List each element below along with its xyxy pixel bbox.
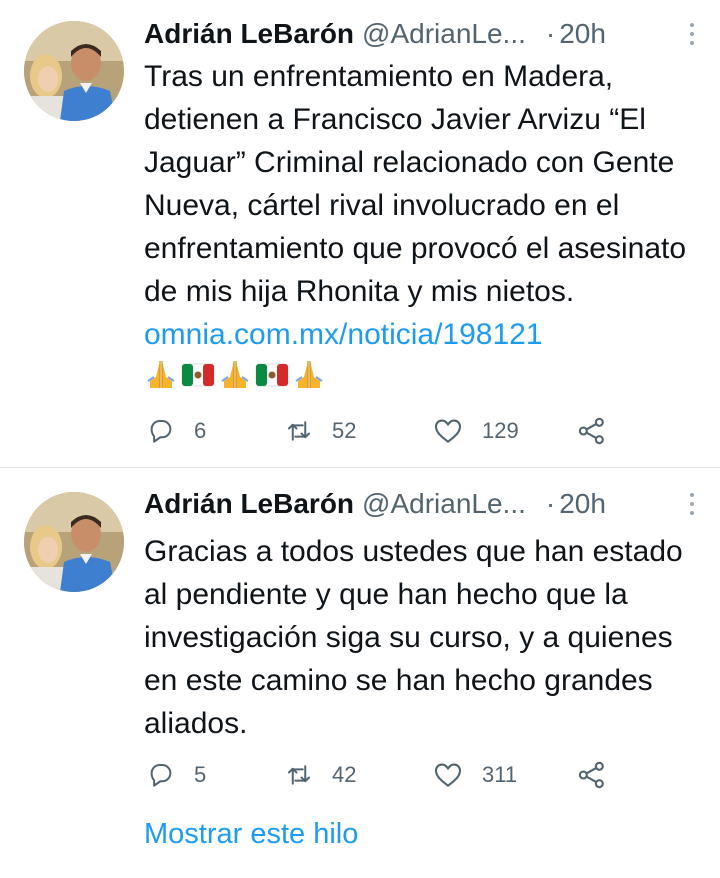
separator-dot: ·	[545, 488, 556, 519]
reply-count: 5	[194, 762, 207, 787]
more-options-icon[interactable]	[682, 18, 702, 50]
separator-dot: ·	[545, 18, 556, 49]
avatar[interactable]	[24, 492, 124, 592]
mexico-flag-icon	[255, 363, 289, 387]
tweet-time[interactable]: 20h	[559, 18, 606, 50]
author-name[interactable]: Adrián LeBarón	[144, 488, 354, 520]
author-handle[interactable]: @AdrianLe...	[362, 18, 526, 50]
reply-icon	[150, 420, 172, 443]
retweet-icon	[288, 421, 310, 441]
reply-count: 6	[194, 418, 207, 443]
share-icon	[578, 417, 604, 445]
more-options-icon[interactable]	[682, 488, 702, 520]
heart-icon	[434, 419, 462, 443]
author-name[interactable]: Adrián LeBarón	[144, 18, 354, 50]
avatar-image	[24, 21, 124, 121]
author-handle[interactable]: @AdrianLe...	[362, 488, 526, 520]
show-thread-link[interactable]: Mostrar este hilo	[144, 818, 358, 851]
emoji-row	[144, 354, 326, 394]
retweet-count: 52	[332, 418, 357, 443]
avatar[interactable]	[24, 21, 124, 121]
heart-icon	[434, 763, 462, 787]
tweet-link[interactable]: omnia.com.mx/noticia/198121	[144, 318, 543, 351]
share-button[interactable]	[576, 755, 608, 795]
tweet[interactable]: Adrián LeBarón @AdrianLe... · 20h Gracia…	[0, 470, 720, 810]
folded-hands-icon	[147, 361, 175, 388]
tweet-actions: 6 52 129	[144, 411, 700, 451]
tweet-text-content: Tras un enfrentamiento en Madera, detien…	[144, 60, 687, 308]
avatar-image	[24, 492, 124, 592]
like-count: 129	[482, 418, 519, 443]
tweet-time[interactable]: 20h	[559, 488, 606, 520]
tweet[interactable]: Adrián LeBarón @AdrianLe... · 20h Tras u…	[0, 0, 720, 468]
reply-icon	[150, 764, 172, 787]
like-button[interactable]: 129	[432, 411, 519, 451]
tweet-text: Tras un enfrentamiento en Madera, detien…	[144, 55, 690, 356]
tweet-header: Adrián LeBarón @AdrianLe... · 20h	[144, 484, 702, 524]
retweet-button[interactable]: 52	[284, 411, 356, 451]
retweet-icon	[288, 765, 310, 785]
retweet-count: 42	[332, 762, 357, 787]
share-button[interactable]	[576, 411, 608, 451]
mexico-flag-icon	[181, 363, 215, 387]
reply-button[interactable]: 6	[146, 411, 206, 451]
tweet-header: Adrián LeBarón @AdrianLe... · 20h	[144, 14, 702, 54]
like-count: 311	[482, 762, 518, 787]
retweet-button[interactable]: 42	[284, 755, 356, 795]
like-button[interactable]: 311	[432, 755, 517, 795]
tweet-text: Gracias a todos ustedes que han estado a…	[144, 535, 683, 740]
share-icon	[578, 761, 604, 789]
tweet-actions: 5 42 311	[144, 755, 700, 795]
folded-hands-icon	[221, 361, 249, 388]
reply-button[interactable]: 5	[146, 755, 206, 795]
folded-hands-icon	[295, 361, 323, 388]
